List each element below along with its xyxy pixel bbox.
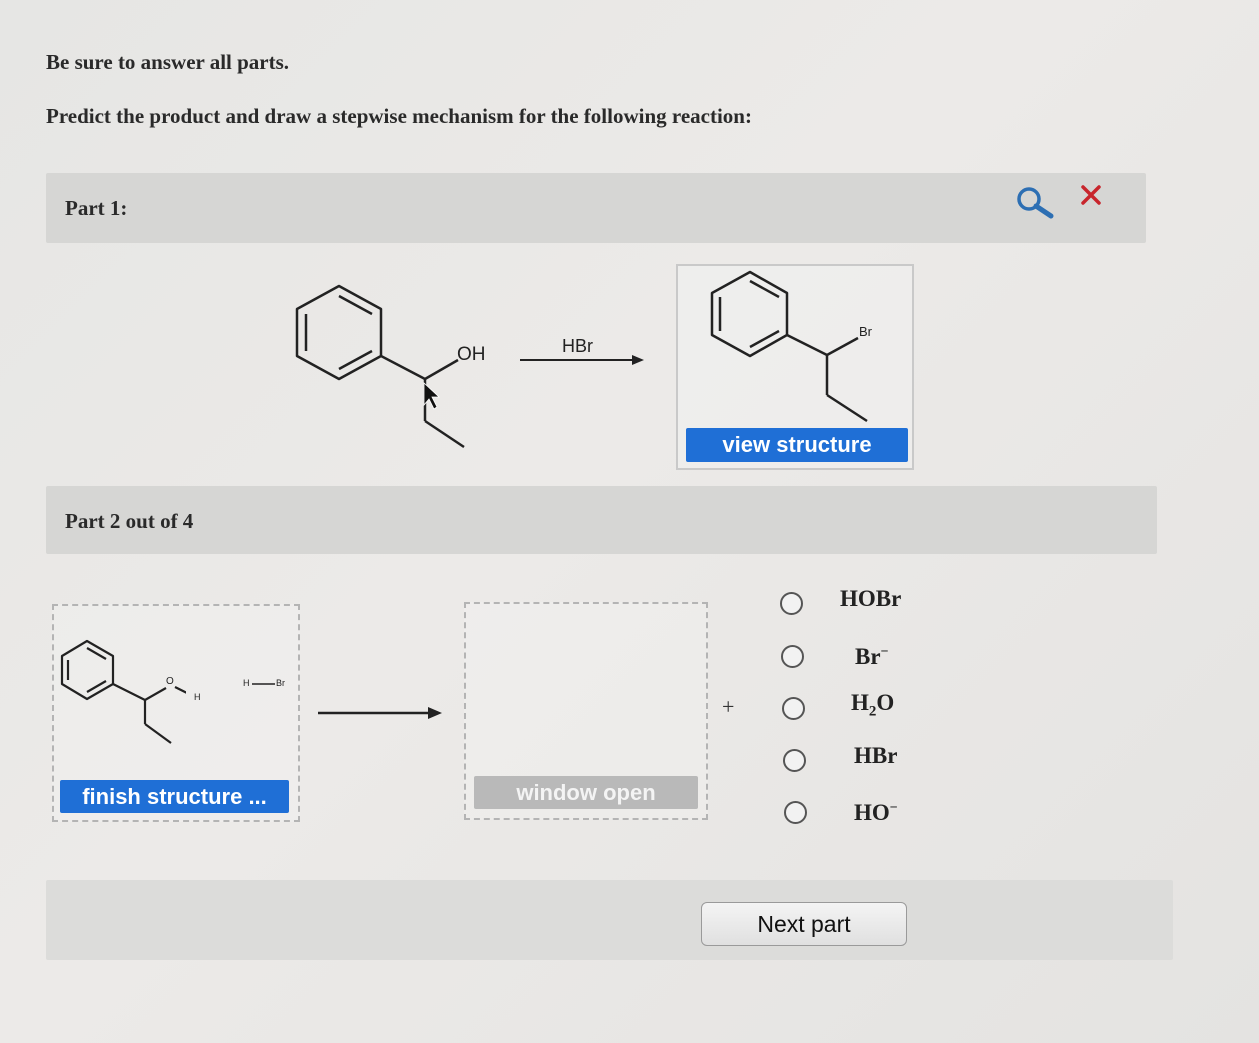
radio-option-ho-minus[interactable] xyxy=(784,801,807,824)
radio-option-hobr[interactable] xyxy=(780,592,803,615)
product-molecule xyxy=(710,270,868,423)
radio-option-h2o[interactable] xyxy=(782,697,805,720)
starting-molecule xyxy=(60,639,186,744)
part-2-title: Part 2 out of 4 xyxy=(65,509,194,533)
option-br-minus-label: Br− xyxy=(855,644,889,669)
next-part-button[interactable]: Next part xyxy=(701,902,907,946)
radio-option-br-minus[interactable] xyxy=(781,645,804,668)
plus-sign: + xyxy=(722,694,735,719)
radio-option-hbr[interactable] xyxy=(783,749,806,772)
part-1-title: Part 1: xyxy=(65,196,128,220)
starting-o-label: O xyxy=(166,676,174,687)
reaction-arrow-2 xyxy=(318,707,442,719)
view-structure-button[interactable]: view structure xyxy=(686,428,908,462)
hbr-br-label: Br xyxy=(276,678,285,688)
window-open-button[interactable]: window open xyxy=(474,776,698,809)
part-1-header xyxy=(46,173,1146,243)
finish-structure-button[interactable]: finish structure ... xyxy=(60,780,289,813)
instructions-line-2: Predict the product and draw a stepwise … xyxy=(46,104,752,128)
option-hbr-label: HBr xyxy=(854,743,898,768)
starting-h-label: H xyxy=(194,692,201,702)
magnifier-icon[interactable] xyxy=(1014,184,1058,220)
part-2-header xyxy=(46,486,1157,554)
product-br-label: Br xyxy=(859,324,872,339)
reaction-arrow-1 xyxy=(520,355,644,365)
option-hobr-label: HOBr xyxy=(840,586,902,611)
footer-bar xyxy=(46,880,1173,960)
instructions-line-1: Be sure to answer all parts. xyxy=(46,50,290,74)
hbr-h-label: H xyxy=(243,678,250,688)
option-ho-minus-label: HO− xyxy=(854,800,898,825)
hbr-bond xyxy=(252,683,275,685)
reactant-oh-label: OH xyxy=(457,344,486,365)
close-x-icon[interactable] xyxy=(1080,184,1102,206)
option-h2o-label: H2O xyxy=(851,690,895,720)
